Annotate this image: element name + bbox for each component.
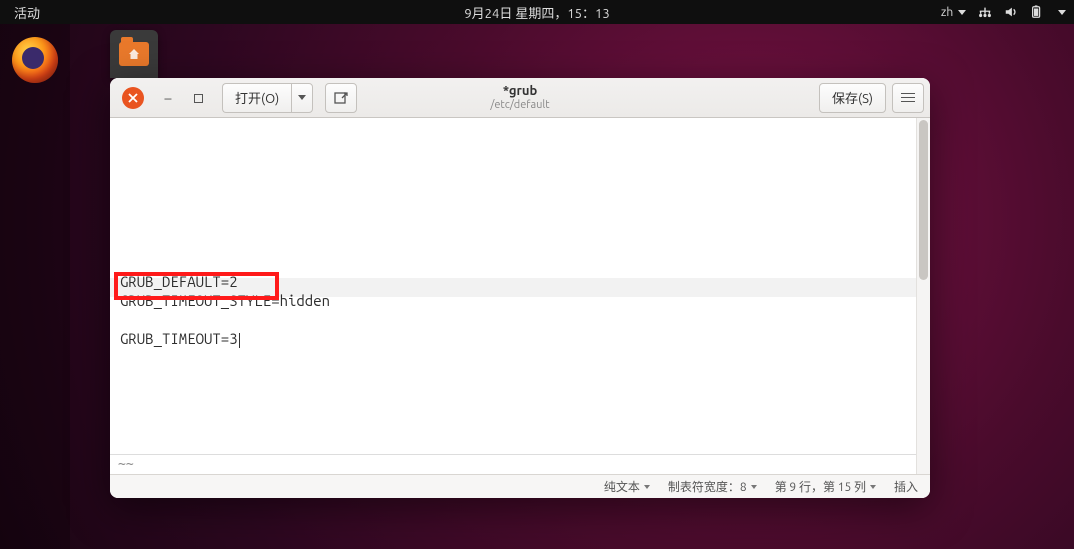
maximize-icon (194, 94, 203, 103)
maximize-button[interactable] (186, 90, 210, 106)
chevron-down-icon (644, 485, 650, 489)
chevron-down-icon (958, 10, 966, 15)
chevron-down-icon (751, 485, 757, 489)
editor-area: GRUB_DEFAULT=2GRUB_TIMEOUT_STYLE=hidden G… (110, 118, 930, 474)
document-path: /etc/default (490, 99, 549, 111)
home-folder-icon (119, 42, 149, 66)
cursor-position-label: 第 9 行，第 15 列 (775, 478, 866, 495)
editor-line (120, 215, 906, 234)
tab-width-selector[interactable]: 制表符宽度：8 (668, 478, 757, 495)
save-button[interactable]: 保存(S) (819, 83, 886, 113)
chevron-down-icon (870, 485, 876, 489)
text-content[interactable]: GRUB_DEFAULT=2GRUB_TIMEOUT_STYLE=hidden G… (110, 118, 916, 474)
dock-item-firefox[interactable] (9, 34, 61, 86)
editor-bottom-rule: ~~ (110, 454, 916, 474)
tab-width-label: 制表符宽度：8 (668, 478, 747, 495)
editor-line: GRUB_TIMEOUT_STYLE=hidden (120, 291, 906, 310)
editor-line (120, 177, 906, 196)
dock (0, 24, 70, 549)
close-button[interactable] (122, 87, 144, 109)
network-icon[interactable] (978, 5, 992, 19)
open-button[interactable]: 打开(O) (222, 83, 291, 113)
hamburger-icon (901, 93, 915, 103)
editor-line: GRUB_DEFAULT=2 (120, 272, 906, 291)
new-tab-button[interactable] (325, 83, 357, 113)
syntax-selector[interactable]: 纯文本 (604, 478, 650, 495)
text-cursor (239, 333, 240, 348)
editor-line (120, 196, 906, 215)
volume-icon[interactable] (1004, 5, 1018, 19)
insert-mode[interactable]: 插入 (894, 478, 918, 495)
syntax-label: 纯文本 (604, 478, 640, 495)
window-title: *grub /etc/default (490, 84, 549, 110)
minimize-button[interactable]: – (156, 90, 180, 106)
statusbar: 纯文本 制表符宽度：8 第 9 行，第 15 列 插入 (110, 474, 930, 498)
headerbar: – 打开(O) *grub /etc/default 保存(S) (110, 78, 930, 118)
system-tray: zh (941, 5, 1066, 19)
files-window-header[interactable] (110, 30, 158, 78)
cursor-position[interactable]: 第 9 行，第 15 列 (775, 478, 876, 495)
battery-icon[interactable] (1030, 5, 1044, 19)
hamburger-menu-button[interactable] (892, 83, 924, 113)
input-method-indicator[interactable]: zh (941, 6, 966, 19)
vertical-scrollbar[interactable] (916, 118, 930, 474)
editor-line (120, 234, 906, 253)
close-icon (128, 93, 138, 103)
chevron-down-icon (298, 95, 306, 100)
open-recent-dropdown[interactable] (291, 83, 313, 113)
editor-line (120, 310, 906, 329)
top-panel: 活动 9月24日 星期四，15：13 zh (0, 0, 1074, 24)
chevron-down-icon[interactable] (1058, 10, 1066, 15)
scrollbar-thumb[interactable] (919, 120, 928, 280)
input-method-label: zh (941, 6, 953, 19)
editor-line (120, 253, 906, 272)
activities-button[interactable]: 活动 (0, 3, 54, 22)
text-editor-window: – 打开(O) *grub /etc/default 保存(S) GRUB_DE… (110, 78, 930, 498)
document-title: *grub (490, 84, 549, 98)
new-tab-icon (334, 91, 348, 105)
clock[interactable]: 9月24日 星期四，15：13 (464, 3, 609, 22)
firefox-icon (12, 37, 58, 83)
editor-line: GRUB_TIMEOUT=3 (120, 329, 906, 348)
